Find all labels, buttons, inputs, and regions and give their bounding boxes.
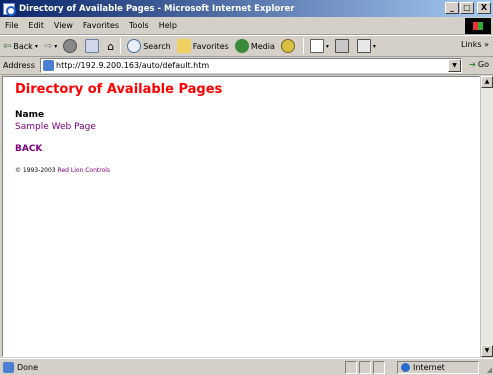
maximize-button[interactable]: □ <box>460 2 474 14</box>
media-label: Media <box>250 41 275 51</box>
history-icon <box>280 39 295 53</box>
toolbar: ⇦ Back ▾ ⇨ ▾ ⌂ Search Favorites Media ▾ … <box>0 35 493 57</box>
search-icon <box>127 39 142 53</box>
company-link[interactable]: Red Lion Controls <box>58 167 111 174</box>
copyright-text: © 1993-2003 Red Lion Controls <box>15 167 110 174</box>
edit-icon <box>356 39 371 53</box>
toolbar-separator <box>120 38 122 54</box>
scroll-up-icon[interactable]: ▲ <box>481 76 493 88</box>
print-icon <box>334 39 349 53</box>
menu-bar: File Edit View Favorites Tools Help <box>0 17 493 35</box>
home-icon: ⌂ <box>107 39 115 53</box>
menu-help[interactable]: Help <box>154 21 182 30</box>
vertical-scrollbar[interactable]: ▲ ▼ <box>480 76 493 357</box>
links-label: Links <box>460 40 482 49</box>
status-pane <box>359 361 371 374</box>
media-icon <box>234 39 249 53</box>
go-label: Go <box>477 60 489 69</box>
toolbar-separator <box>302 38 304 54</box>
status-pane <box>345 361 357 374</box>
back-link[interactable]: BACK <box>15 144 42 154</box>
forward-arrow-icon: ⇨ <box>43 40 53 52</box>
window-title: Directory of Available Pages - Microsoft… <box>19 3 295 14</box>
security-zone[interactable]: Internet <box>397 361 479 374</box>
mail-dropdown-icon[interactable]: ▾ <box>326 43 329 50</box>
page-content: Directory of Available Pages Name Sample… <box>2 76 480 357</box>
page-title: Directory of Available Pages <box>15 82 223 97</box>
go-arrow-icon: ➔ <box>469 60 476 69</box>
menu-file[interactable]: File <box>0 21 23 30</box>
back-dropdown-icon[interactable]: ▾ <box>35 43 38 50</box>
search-button[interactable]: Search <box>124 37 173 55</box>
forward-dropdown-icon[interactable]: ▾ <box>54 43 57 50</box>
menu-favorites[interactable]: Favorites <box>78 21 124 30</box>
address-url[interactable]: http://192.9.200.163/auto/default.htm <box>56 61 209 70</box>
edit-button[interactable]: ▾ <box>354 37 379 55</box>
status-pane <box>373 361 385 374</box>
menu-edit[interactable]: Edit <box>23 21 49 30</box>
status-text: Done <box>3 361 39 373</box>
mail-icon <box>309 39 324 53</box>
favorites-icon <box>176 39 191 53</box>
address-bar: Address http://192.9.200.163/auto/defaul… <box>0 57 493 75</box>
address-dropdown-icon[interactable]: ▼ <box>448 59 461 72</box>
page-done-icon <box>3 361 14 373</box>
history-button[interactable] <box>278 37 300 55</box>
back-label: Back <box>13 41 33 51</box>
title-bar[interactable]: Directory of Available Pages - Microsoft… <box>0 0 493 17</box>
status-label: Done <box>17 362 39 372</box>
sample-web-page-link[interactable]: Sample Web Page <box>15 122 96 132</box>
stop-icon <box>63 39 78 53</box>
edit-dropdown-icon[interactable]: ▾ <box>373 43 376 50</box>
back-arrow-icon: ⇦ <box>3 40 12 52</box>
ie-icon[interactable] <box>3 2 16 16</box>
status-bar: Done Internet ◢ <box>0 358 493 375</box>
page-icon <box>43 60 54 71</box>
name-column-header: Name <box>15 110 45 120</box>
menu-view[interactable]: View <box>49 21 78 30</box>
resize-grip-icon[interactable]: ◢ <box>487 366 492 374</box>
status-panes <box>345 361 385 374</box>
address-label: Address <box>3 61 35 70</box>
stop-button[interactable] <box>60 37 82 55</box>
favorites-button[interactable]: Favorites <box>174 37 232 55</box>
media-button[interactable]: Media <box>232 37 278 55</box>
menu-tools[interactable]: Tools <box>124 21 154 30</box>
links-toolbar[interactable]: Links » <box>461 40 489 49</box>
windows-logo-icon <box>465 18 491 34</box>
search-label: Search <box>143 41 171 51</box>
close-button[interactable]: X <box>477 2 491 14</box>
internet-globe-icon <box>401 363 410 372</box>
print-button[interactable] <box>332 37 354 55</box>
back-button[interactable]: ⇦ Back ▾ <box>0 37 41 55</box>
forward-button[interactable]: ⇨ ▾ <box>41 37 60 55</box>
mail-button[interactable]: ▾ <box>307 37 332 55</box>
scroll-down-icon[interactable]: ▼ <box>481 345 493 357</box>
go-button[interactable]: ➔ Go <box>469 60 489 69</box>
copyright-prefix: © 1993-2003 <box>15 167 56 174</box>
minimize-button[interactable]: _ <box>445 2 459 14</box>
favorites-label: Favorites <box>192 41 229 51</box>
home-button[interactable]: ⌂ <box>104 37 117 55</box>
refresh-button[interactable] <box>82 37 104 55</box>
address-input[interactable]: http://192.9.200.163/auto/default.htm ▼ <box>40 58 462 73</box>
window-controls: _ □ X <box>445 2 491 14</box>
zone-label: Internet <box>413 363 445 372</box>
refresh-icon <box>85 39 100 53</box>
chevron-right-icon[interactable]: » <box>484 40 489 49</box>
